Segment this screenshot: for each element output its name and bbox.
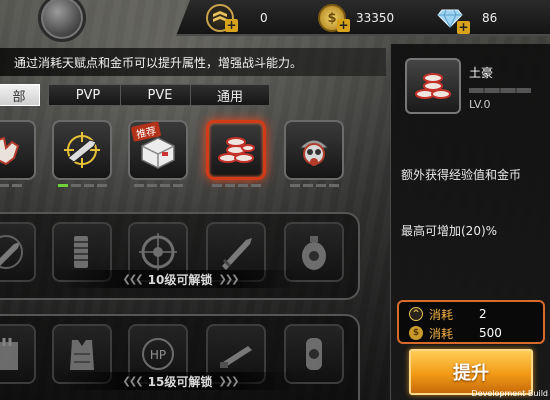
talent-level-bar (469, 88, 531, 93)
talent-rifle-progress (58, 184, 107, 187)
gold-cost: $ 消耗 500 (409, 325, 502, 341)
diamond-currency: + 86 (436, 4, 498, 34)
talent-row-1: 推荐 (0, 114, 360, 200)
right-arrows-icon: ❯❯❯ (218, 375, 239, 387)
tab-pvp[interactable]: PVP (48, 84, 128, 106)
tab-all[interactable]: 部 (0, 84, 40, 106)
talent-gas-mask[interactable] (284, 120, 344, 180)
talent-crate-progress (134, 184, 183, 187)
left-arrows-icon: ❮❮❮ (122, 273, 144, 285)
talent-glove-progress (0, 184, 22, 187)
talent-row-3: HP ❮❮❮ 15级可解锁 ❯❯❯ (0, 314, 360, 400)
talent-cost-value: 2 (479, 307, 487, 321)
talent-point-cost: ^ 消耗 2 (409, 306, 487, 322)
rank-chevron-icon: + (206, 4, 238, 32)
blade-icon (220, 346, 252, 368)
row-2-unlock-label: ❮❮❮ 10级可解锁 ❯❯❯ (60, 270, 300, 288)
gold-cost-label: 消耗 (429, 326, 454, 341)
rifle-crosshair-icon (64, 132, 100, 168)
talent-supply-crate[interactable]: 推荐 (128, 120, 188, 180)
armor-vest-icon (70, 340, 94, 370)
gold-coin-small-icon: $ (409, 326, 423, 340)
talent-glove[interactable] (0, 120, 36, 180)
talent-detail-panel: 土豪 LV.0 额外获得经验值和金币 最高可增加(20)% ^ 消耗 2 $ 消… (390, 44, 550, 400)
biohazard-canister-icon (306, 338, 322, 370)
talent-rifle[interactable] (52, 120, 112, 180)
talent-point-icon: ^ (409, 307, 423, 321)
tab-general-label: 通用 (216, 89, 243, 105)
gold-value: 33350 (356, 11, 395, 25)
hp-heart-icon: HP (142, 338, 174, 370)
glove-icon (0, 136, 20, 166)
add-rank-button[interactable]: + (225, 19, 238, 32)
add-gold-button[interactable]: + (337, 19, 350, 32)
upgrade-button-label: 提升 (453, 363, 489, 384)
talent-name: 土豪 (469, 66, 494, 80)
left-arrows-icon: ❮❮❮ (122, 375, 144, 387)
talent-bullet[interactable] (0, 222, 36, 282)
knife-icon (222, 238, 252, 270)
gas-mask-helmet-icon (298, 139, 330, 166)
talent-cost-label: 消耗 (429, 307, 454, 322)
talent-max-bonus: 最高可增加(20)% (401, 224, 498, 238)
talent-effect: 额外获得经验值和金币 (401, 168, 522, 182)
target-reticle-icon (139, 233, 177, 271)
talent-level: LV.0 (469, 98, 491, 111)
diamond-icon: + (436, 4, 470, 34)
gold-currency: $ + 33350 (318, 4, 394, 32)
row-3-unlock-text: 15级可解锁 (147, 374, 213, 389)
magazine-icon (74, 236, 88, 268)
development-build-label: Development Build (471, 389, 548, 398)
tab-pve[interactable]: PVE (120, 84, 200, 106)
biohazard-grenade-icon (302, 236, 326, 270)
description-bar: 通过消耗天赋点和金币可以提升属性，增强战斗能力。 (0, 48, 386, 76)
ammo-box-icon (0, 338, 18, 370)
row-3-unlock-label: ❮❮❮ 15级可解锁 ❯❯❯ (60, 372, 300, 390)
description-text: 通过消耗天赋点和金币可以提升属性，增强战斗能力。 (14, 55, 303, 70)
top-bar: + 0 $ + 33350 + 86 (0, 0, 550, 42)
tab-pve-label: PVE (147, 87, 173, 103)
talent-coin-stack[interactable] (206, 120, 266, 180)
tab-all-label: 部 (12, 89, 26, 105)
bullet-icon (0, 235, 23, 269)
detail-coin-stack-icon (405, 58, 461, 114)
gold-cost-value: 500 (479, 326, 502, 340)
right-arrows-icon: ❯❯❯ (218, 273, 239, 285)
player-avatar[interactable] (38, 0, 86, 42)
coin-stack-icon (218, 137, 255, 163)
rank-currency: + 0 (206, 4, 268, 32)
add-diamond-button[interactable]: + (457, 21, 470, 34)
row-2-unlock-text: 10级可解锁 (147, 272, 213, 287)
cost-box: ^ 消耗 2 $ 消耗 500 (397, 300, 545, 344)
tab-pvp-label: PVP (75, 87, 101, 103)
talent-coin-progress (212, 184, 261, 187)
talent-row-2: ❮❮❮ 10级可解锁 ❯❯❯ (0, 212, 360, 300)
talent-mask-progress (290, 184, 339, 187)
tab-general[interactable]: 通用 (190, 84, 270, 106)
diamond-value: 86 (482, 11, 498, 25)
gold-coin-icon: $ + (318, 4, 350, 32)
svg-text:HP: HP (150, 348, 166, 362)
rank-value: 0 (260, 11, 268, 25)
talent-ammo-box[interactable] (0, 324, 36, 384)
